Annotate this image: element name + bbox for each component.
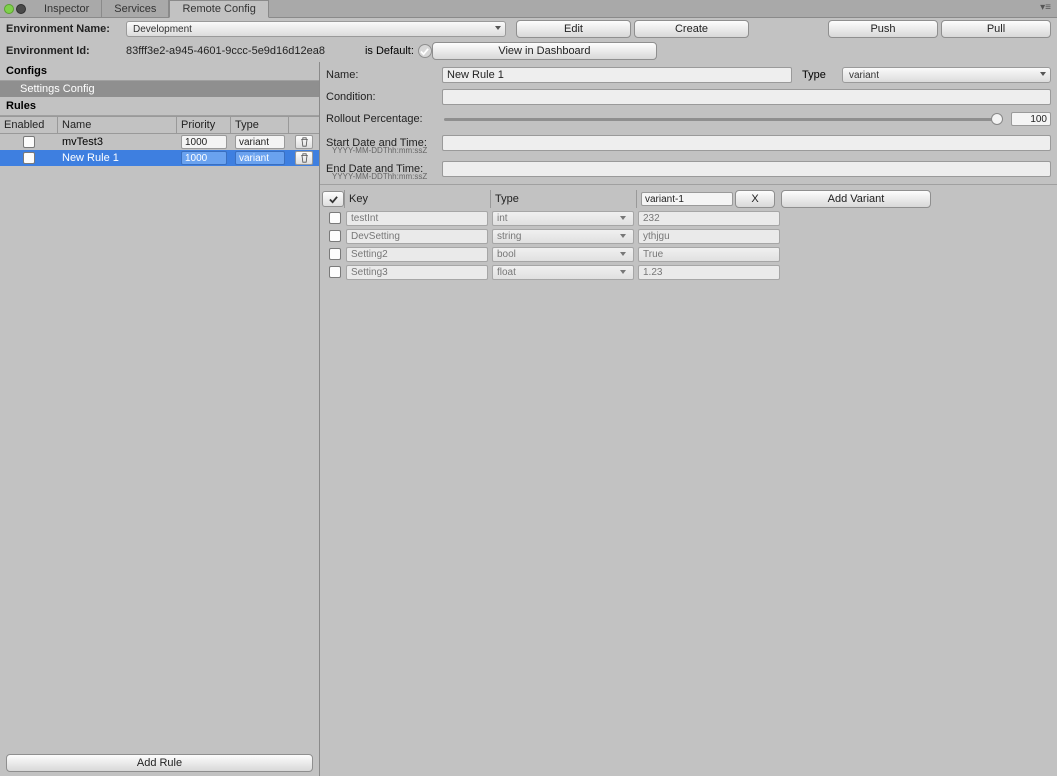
setting-type-select[interactable] xyxy=(492,265,634,280)
variant-col-variant: X xyxy=(636,190,779,208)
trash-icon xyxy=(300,153,309,163)
variant-name-input[interactable] xyxy=(641,192,733,206)
rollout-value-input[interactable] xyxy=(1011,112,1051,126)
env-row: Environment Name: Development Edit Creat… xyxy=(0,18,1057,40)
left-panel: Configs Settings Config Rules Enabled Na… xyxy=(0,62,320,776)
rules-header: Enabled Name Priority Type xyxy=(0,116,319,134)
setting-enabled-checkbox[interactable] xyxy=(329,230,341,242)
delete-rule-button[interactable] xyxy=(295,151,313,165)
env-id-label: Environment Id: xyxy=(6,45,126,57)
push-button[interactable]: Push xyxy=(828,20,938,38)
rule-row[interactable]: mvTest3 xyxy=(0,134,319,150)
rule-type-input[interactable] xyxy=(235,135,285,149)
is-default-label: is Default: xyxy=(365,45,414,57)
setting-row xyxy=(322,263,1055,281)
tab-services[interactable]: Services xyxy=(102,0,169,17)
setting-row xyxy=(322,227,1055,245)
env-name-select-wrap: Development xyxy=(126,21,506,37)
detail-type-select[interactable]: variant xyxy=(842,67,1051,83)
setting-value-select[interactable] xyxy=(638,247,780,262)
traffic-green-icon xyxy=(4,4,14,14)
is-default-toggle[interactable] xyxy=(418,44,432,58)
setting-value-input[interactable] xyxy=(638,229,780,244)
detail-start-input[interactable] xyxy=(442,135,1051,151)
config-settings-config[interactable]: Settings Config xyxy=(0,81,319,97)
view-in-dashboard-button[interactable]: View in Dashboard xyxy=(432,42,657,60)
env-name-label: Environment Name: xyxy=(6,23,126,35)
setting-type-select[interactable] xyxy=(492,211,634,226)
rule-enabled-checkbox[interactable] xyxy=(23,152,35,164)
rollout-slider[interactable] xyxy=(444,118,1003,121)
env-id-row: Environment Id: 83fff3e2-a945-4601-9ccc-… xyxy=(0,40,1057,62)
check-icon xyxy=(420,47,429,56)
setting-key-input[interactable] xyxy=(346,229,488,244)
tab-inspector[interactable]: Inspector xyxy=(32,0,102,17)
setting-value-input[interactable] xyxy=(638,265,780,280)
env-name-select[interactable]: Development xyxy=(126,21,506,37)
tab-bar: Inspector Services Remote Config ▾≡ xyxy=(0,0,1057,18)
traffic-dark-icon xyxy=(16,4,26,14)
setting-enabled-checkbox[interactable] xyxy=(329,212,341,224)
detail-name-input[interactable] xyxy=(442,67,792,83)
detail-condition-label: Condition: xyxy=(326,91,442,103)
rules-section: Rules xyxy=(0,97,319,116)
select-all-checkbox[interactable] xyxy=(322,191,344,207)
setting-type-select[interactable] xyxy=(492,229,634,244)
right-panel: Name: Type variant Condition: Rollout Pe… xyxy=(320,62,1057,776)
rules-col-type[interactable]: Type xyxy=(231,117,289,133)
rule-name: mvTest3 xyxy=(58,134,177,150)
setting-value-input[interactable] xyxy=(638,211,780,226)
date-format-hint: YYYY-MM-DDThh:mm:ssZ xyxy=(332,146,427,155)
setting-type-select[interactable] xyxy=(492,247,634,262)
rules-col-action xyxy=(289,117,319,133)
variant-col-type: Type xyxy=(490,190,636,208)
window-controls xyxy=(0,0,32,17)
tab-remote-config[interactable]: Remote Config xyxy=(169,0,268,18)
env-id-value: 83fff3e2-a945-4601-9ccc-5e9d16d12ea8 xyxy=(126,45,325,57)
rule-type-input[interactable] xyxy=(235,151,285,165)
variant-col-key: Key xyxy=(344,190,490,208)
setting-enabled-checkbox[interactable] xyxy=(329,248,341,260)
detail-name-label: Name: xyxy=(326,69,442,81)
add-variant-button[interactable]: Add Variant xyxy=(781,190,931,208)
rules-col-name[interactable]: Name xyxy=(58,117,177,133)
setting-key-input[interactable] xyxy=(346,247,488,262)
create-button[interactable]: Create xyxy=(634,20,749,38)
setting-key-input[interactable] xyxy=(346,211,488,226)
remove-variant-button[interactable]: X xyxy=(735,190,775,208)
detail-end-input[interactable] xyxy=(442,161,1051,177)
rule-name: New Rule 1 xyxy=(58,150,177,166)
variant-header: Key Type X Add Variant xyxy=(322,189,1055,209)
setting-enabled-checkbox[interactable] xyxy=(329,266,341,278)
setting-row xyxy=(322,209,1055,227)
rule-priority-input[interactable] xyxy=(181,151,227,165)
rule-priority-input[interactable] xyxy=(181,135,227,149)
rules-col-enabled[interactable]: Enabled xyxy=(0,117,58,133)
setting-key-input[interactable] xyxy=(346,265,488,280)
check-icon xyxy=(329,195,338,204)
detail-rollout-label: Rollout Percentage: xyxy=(326,113,442,125)
edit-button[interactable]: Edit xyxy=(516,20,631,38)
date-format-hint: YYYY-MM-DDThh:mm:ssZ xyxy=(332,172,427,181)
setting-row xyxy=(322,245,1055,263)
add-rule-button[interactable]: Add Rule xyxy=(6,754,313,772)
pull-button[interactable]: Pull xyxy=(941,20,1051,38)
trash-icon xyxy=(300,137,309,147)
detail-condition-input[interactable] xyxy=(442,89,1051,105)
configs-section: Configs xyxy=(0,62,319,81)
rule-enabled-checkbox[interactable] xyxy=(23,136,35,148)
tab-menu-icon[interactable]: ▾≡ xyxy=(1040,2,1051,13)
rules-col-priority[interactable]: Priority xyxy=(177,117,231,133)
delete-rule-button[interactable] xyxy=(295,135,313,149)
detail-type-label: Type xyxy=(802,69,842,81)
rule-row[interactable]: New Rule 1 xyxy=(0,150,319,166)
